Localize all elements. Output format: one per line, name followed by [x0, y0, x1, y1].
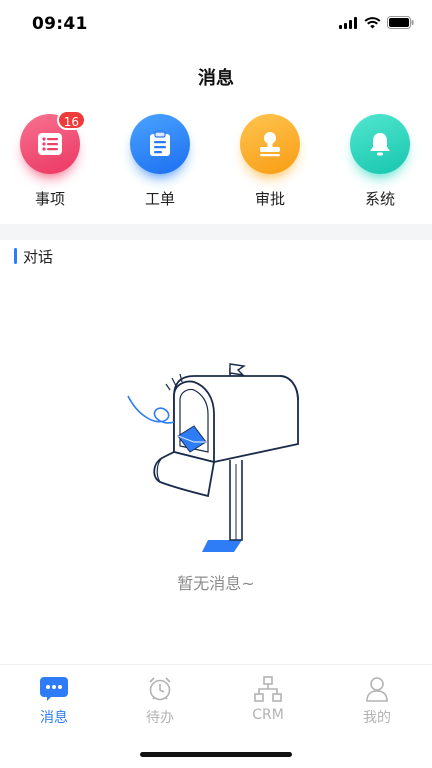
clipboard-icon [150, 131, 170, 156]
list-icon [38, 133, 62, 155]
page-title: 消息 [198, 68, 234, 89]
section-title: 对话 [23, 247, 54, 266]
entry-icon-bg: 16 [20, 110, 86, 174]
tab-todo[interactable]: 待办 [120, 675, 200, 727]
entry-system[interactable]: 系统 [335, 114, 425, 209]
entry-icon-bg [240, 114, 300, 174]
battery-icon [387, 16, 414, 29]
entry-approval[interactable]: 审批 [225, 114, 315, 209]
tab-label: 待办 [146, 710, 174, 726]
alarm-clock-icon [149, 677, 171, 701]
org-chart-icon [254, 676, 282, 702]
entry-matters[interactable]: 16 事项 [5, 110, 95, 209]
status-bar: 09:41 [0, 0, 432, 50]
stamp-icon [260, 132, 280, 157]
entry-label: 事项 [34, 190, 65, 208]
section-divider [0, 224, 432, 240]
entry-icon-bg [130, 114, 190, 174]
tab-mine[interactable]: 我的 [337, 675, 417, 727]
home-indicator[interactable] [140, 752, 292, 757]
empty-state-text: 暂无消息~ [177, 574, 255, 593]
tab-label: CRM [252, 707, 284, 723]
quick-entries: 16 事项 工单 审批 系统 [0, 110, 432, 214]
entry-label: 审批 [254, 190, 285, 208]
unread-badge: 16 [56, 110, 86, 130]
tab-label: 我的 [363, 710, 391, 726]
status-time: 09:41 [32, 14, 88, 34]
section-header: 对话 [14, 246, 53, 266]
wifi-icon [364, 16, 381, 28]
tab-messages[interactable]: 消息 [14, 675, 94, 727]
chat-icon [40, 677, 68, 701]
user-icon [366, 677, 388, 702]
entry-label: 系统 [364, 190, 395, 208]
signal-icon [339, 16, 357, 29]
entry-icon-bg [350, 114, 410, 174]
tab-label: 消息 [40, 710, 68, 726]
entry-label: 工单 [144, 190, 175, 208]
status-icons [339, 16, 414, 29]
tab-crm[interactable]: CRM [228, 675, 308, 723]
mailbox-illustration [127, 363, 299, 552]
section-accent-bar [14, 248, 17, 264]
entry-work-order[interactable]: 工单 [115, 114, 205, 209]
bell-icon [370, 133, 390, 156]
